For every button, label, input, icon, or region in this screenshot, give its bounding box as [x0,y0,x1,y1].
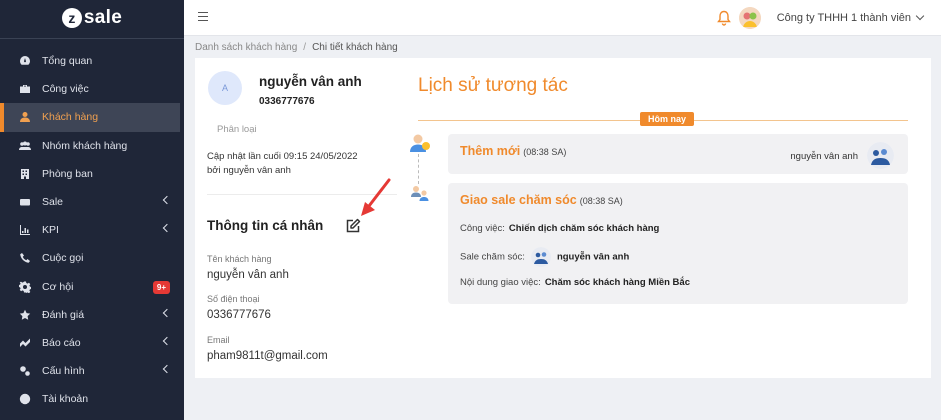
customer-avatar: A [208,71,242,105]
topbar: Công ty THHH 1 thành viên [184,0,941,36]
settings-icon [18,364,32,378]
account-icon [18,392,32,406]
chart-icon [18,223,32,237]
event-time: (08:38 SA) [523,147,567,157]
company-avatar[interactable] [739,7,761,29]
field-label-name: Tên khách hàng [207,254,272,264]
logo-text: sale [83,7,123,28]
company-name[interactable]: Công ty THHH 1 thành viên [777,12,911,24]
sidebar-item-label: Cơ hội [42,280,74,293]
chevron-down-icon[interactable] [915,11,925,21]
event-sale-value: nguyễn vân anh [556,251,630,263]
history-event-added: Thêm mới (08:38 SA) nguyễn vân anh [448,134,908,174]
sidebar-item-label: Khách hàng [42,111,99,124]
customer-phone: 0336777676 [259,96,315,107]
sidebar-item-label: Đánh giá [42,308,85,321]
phone-icon [18,251,32,265]
event-task-value: Chiến dịch chăm sóc khách hàng [508,223,660,234]
add-user-icon [410,134,430,152]
last-updated-by-text: bởi nguyễn vân anh [207,165,291,176]
sidebar-item-label: Cuộc gọi [42,252,84,265]
event-title: Giao sale chăm sóc (08:38 SA) [460,193,623,207]
menu-toggle-icon[interactable] [198,12,208,21]
breadcrumb-separator: / [303,42,307,53]
dashboard-icon [18,54,32,68]
sidebar-item-danh-gia[interactable]: Đánh giá [0,301,184,329]
breadcrumb-parent-link[interactable]: Danh sách khách hàng [195,42,297,53]
sidebar-item-label: KPI [42,224,59,237]
sidebar-item-cau-hinh[interactable]: Cấu hình [0,357,184,385]
chevron-left-icon [162,308,172,317]
sidebar-item-nhom-khach-hang[interactable]: Nhóm khách hàng [0,132,184,160]
event-sale-row: Sale chăm sóc: nguyễn vân anh [460,247,629,267]
field-value-name: nguyễn vân anh [207,269,289,281]
assign-users-icon [411,186,429,201]
annotation-arrow [361,178,391,216]
sidebar-item-sale[interactable]: Sale [0,188,184,216]
report-icon [18,336,32,350]
sidebar-item-tong-quan[interactable]: Tổng quan [0,47,184,75]
sidebar: z sale Tổng quan Công việc Khách hàng Nh… [0,0,184,420]
briefcase-icon [18,82,32,96]
notification-badge: 9+ [152,280,170,294]
personal-info-title: Thông tin cá nhân [207,218,324,233]
logo-mark: z [61,8,82,28]
customer-name: nguyễn vân anh [259,74,362,89]
sidebar-item-co-hoi[interactable]: Cơ hội 9+ [0,273,184,301]
last-updated-text: Cập nhật lần cuối 09:15 24/05/2022 [207,151,358,162]
field-label-email: Email [207,335,230,345]
user-icon [18,110,32,124]
field-value-phone: 0336777676 [207,309,271,321]
chevron-left-icon [162,223,172,233]
dollar-icon [18,195,32,209]
chevron-left-icon [162,195,172,205]
event-user-name: nguyễn vân anh [790,151,858,162]
avatar [530,247,551,267]
event-content-value: Chăm sóc khách hàng Miền Bắc [544,277,690,288]
building-icon [18,167,32,181]
event-title: Thêm mới (08:38 SA) [460,144,567,158]
star-icon [18,308,32,322]
sidebar-item-label: Cấu hình [42,365,85,378]
sidebar-item-label: Nhóm khách hàng [42,139,128,152]
breadcrumb: Danh sách khách hàng / Chi tiết khách hàng [195,42,398,53]
classification-label[interactable]: Phân loại [217,124,257,135]
sidebar-item-cuoc-goi[interactable]: Cuộc gọi [0,244,184,272]
logo-divider [0,38,184,39]
timeline-connector [418,154,419,184]
sidebar-item-label: Tài khoản [42,393,89,406]
field-value-email: pham9811t@gmail.com [207,350,328,362]
history-event-assigned: Giao sale chăm sóc (08:38 SA) Công việc: C… [448,183,908,304]
customer-detail-card: A nguyễn vân anh 0336777676 Phân loại Cậ… [195,58,931,378]
avatar [867,142,894,169]
field-label-phone: Số điện thoại [207,294,260,304]
chevron-left-icon [162,336,172,346]
sidebar-item-cong-viec[interactable]: Công việc [0,75,184,103]
sidebar-item-bao-cao[interactable]: Báo cáo [0,329,184,357]
gear-icon [18,280,32,294]
history-title: Lịch sử tương tác [418,75,568,96]
sidebar-item-label: Phòng ban [42,167,93,180]
date-pill: Hôm nay [640,112,695,126]
sidebar-item-label: Công việc [42,83,89,96]
bell-icon[interactable] [717,10,731,26]
users-icon [18,139,32,153]
event-task-row: Công việc: Chiến dịch chăm sóc khách hàng [460,223,660,234]
sidebar-item-kpi[interactable]: KPI [0,216,184,244]
chevron-left-icon [162,364,172,374]
event-time: (08:38 SA) [579,196,623,206]
sidebar-item-label: Tổng quan [42,55,93,68]
sidebar-item-tai-khoan[interactable]: Tài khoản [0,385,184,413]
sidebar-item-label: Báo cáo [42,336,81,349]
sidebar-item-label: Sale [42,196,64,209]
logo[interactable]: z sale [0,0,184,36]
edit-icon[interactable] [345,218,361,234]
sidebar-item-phong-ban[interactable]: Phòng ban [0,160,184,188]
breadcrumb-current: Chi tiết khách hàng [312,42,398,53]
sidebar-item-khach-hang[interactable]: Khách hàng [0,103,180,132]
event-content-row: Nội dung giao việc: Chăm sóc khách hàng M… [460,277,690,288]
